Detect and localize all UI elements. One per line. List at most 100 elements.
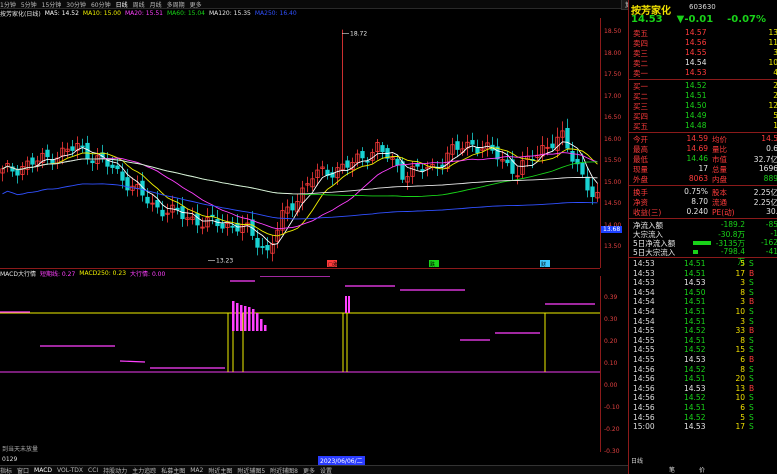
candle-body [155,199,160,208]
buy-order-volume: 2 [773,81,777,90]
stat-row: 最高 14.69 量比 0.6 [629,144,777,154]
macd-indicator-chart[interactable] [0,276,600,452]
indicator-tab-12[interactable]: 更多 [303,466,315,474]
candle-body [230,225,235,228]
info-text: 到当天未放量 [2,446,39,453]
tick-volume: 5 [740,412,745,422]
period-tab-6[interactable]: 周线 [133,0,145,9]
candle-body [120,171,125,181]
tick-volume: 10 [735,307,745,316]
indicator-tab-10[interactable]: 附近辅图5 [237,466,265,474]
period-tab-5[interactable]: 日线 [116,0,128,9]
event-marker-label: 财 [541,261,546,268]
candle-body [580,162,585,175]
indicator-tab-11[interactable]: 附近辅图8 [270,466,298,474]
candle-body [45,149,50,158]
tick-price: 14.51 [684,335,706,345]
sell-order-row: 卖三 14.55 3 [629,48,777,58]
divider [629,257,777,258]
tick-time: 14:56 [633,412,655,422]
indicator-tab-13[interactable]: 设置 [320,466,332,474]
last-price-flag: 13.68 [601,226,623,233]
divider [629,218,777,219]
period-tab-4[interactable]: 60分钟 [91,0,111,9]
indicator-tab-8[interactable]: MA2 [190,467,203,474]
tick-price: 14.52 [684,364,706,374]
candle-body [90,160,95,164]
tick-volume: 6 [740,355,745,364]
indicator-tick: 0.10 [604,360,618,367]
price-pct: -0.07% [727,14,766,25]
panel-tab-1[interactable]: 笔 [669,465,675,474]
tick-time: 14:54 [633,287,655,297]
sell-order-volume: 4 [773,68,777,77]
tick-time: 14:55 [633,335,655,345]
divider [629,79,777,80]
indicator-tab-2[interactable]: MACD [34,467,52,474]
tick-volume: 8 [740,287,745,297]
price-tick: 18.00 [604,49,622,57]
period-tab-1[interactable]: 5分钟 [21,0,37,9]
period-tab-2[interactable]: 15分钟 [42,0,62,9]
indicator-tab-0[interactable]: 指标 [0,466,12,474]
indicator-tick: 0.00 [604,382,618,389]
stat-value: 14.5 [761,134,777,143]
macd-histogram-bar [345,296,347,313]
stat-value: 14.69 [686,144,708,153]
period-tab-8[interactable]: 多周期 [167,0,185,9]
panel-tab-0[interactable]: 日线 [631,456,643,465]
tick-price: 14.51 [684,316,706,326]
divider [629,132,777,133]
ma-legend-title: 按芳家化(日线) [0,11,41,18]
tick-side: S [749,287,754,297]
indicator-tab-4[interactable]: CCI [88,467,98,474]
tick-volume: 33 [735,326,745,336]
macd-histogram-bar [232,301,235,331]
macd-histogram-bar [256,313,259,331]
stat-label: 收益(三) [633,208,662,217]
tick-price: 14.52 [684,326,706,336]
stat-value: 0.6 [766,144,777,153]
period-tab-3[interactable]: 30分钟 [66,0,86,9]
indicator-tick: -0.30 [604,448,620,455]
tick-volume: 5 [740,259,745,268]
date-start: 0129 [2,456,18,463]
tick-row: 14:55 14.52 33 B [629,326,777,336]
period-tab-7[interactable]: 月线 [150,0,162,9]
tick-time: 14:53 [633,268,655,278]
price-change: ▼-0.01 [676,14,714,25]
fund-flow-row: 5日净流入额 -3135万 -162 [629,238,777,248]
tick-time: 14:56 [633,403,655,412]
stat-label: 外盘 [633,175,648,184]
indicator-tab-3[interactable]: VOL-TDX [57,467,83,474]
panel-tab-2[interactable]: 价 [699,465,705,474]
tick-side: S [749,374,754,384]
tick-side: B [749,383,755,393]
candle-body [570,151,575,162]
indicator-tab-9[interactable]: 附近主图 [208,466,232,474]
tick-time: 14:55 [633,345,655,355]
tick-price: 14.51 [684,374,706,384]
tick-row: 14:56 14.52 10 S [629,393,777,403]
indicator-tick: -0.20 [604,426,620,433]
tick-side: S [749,403,754,412]
indicator-tab-6[interactable]: 主力追踪 [132,466,156,474]
tick-side: S [749,278,754,288]
candle-body [175,207,180,210]
macd-histogram-bar [260,319,263,331]
tick-price: 14.53 [684,278,706,288]
indicator-tab-1[interactable]: 窗口 [17,466,29,474]
period-tab-0[interactable]: 1分钟 [0,0,16,9]
ma-legend-item: MA60: 15.04 [166,10,205,17]
indicator-tab-5[interactable]: 持股动力 [103,466,127,474]
tick-row: 15:00 14.53 17 S [629,422,777,432]
candlestick-chart[interactable]: 18.72 13.23 □涨 跌 财 [0,18,600,268]
indicator-tab-7[interactable]: 私募主图 [161,466,185,474]
tick-side: S [749,393,754,403]
tick-row: 14:56 14.52 8 S [629,365,777,375]
last-price: 14.53 [631,14,663,25]
event-marker-label: 跌 [430,261,435,268]
candle-body [290,203,295,211]
tick-volume: 10 [735,393,745,403]
period-tab-9[interactable]: 更多 [190,0,202,9]
